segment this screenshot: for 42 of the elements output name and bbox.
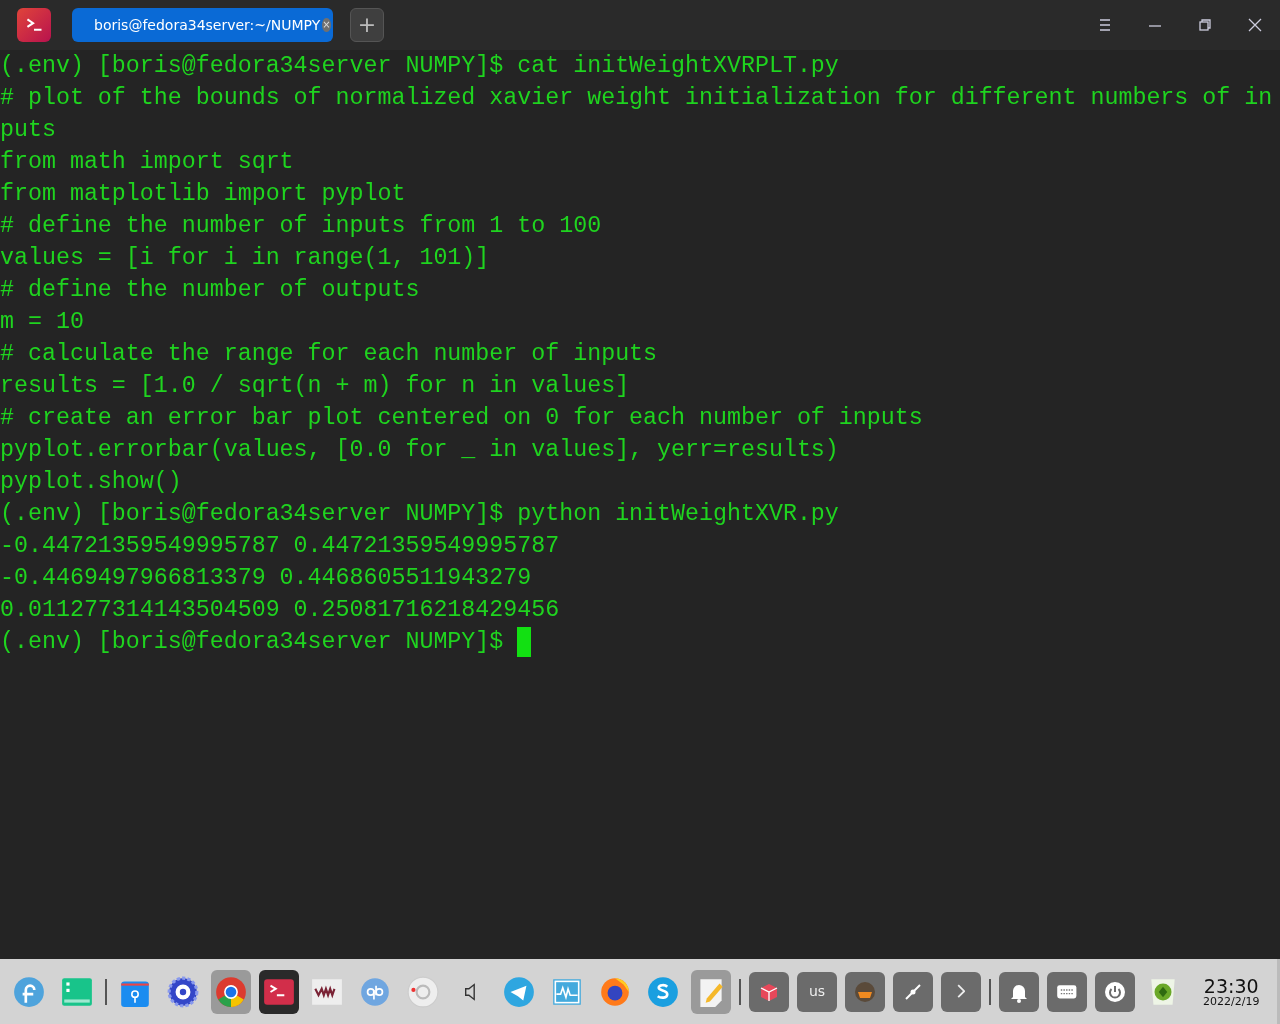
basket-button[interactable] — [845, 971, 885, 1012]
terminal-tab[interactable]: boris@fedora34server:~/NUMPY× — [72, 8, 333, 42]
terminal-line: from math import sqrt — [0, 148, 295, 177]
cube-button[interactable] — [749, 971, 789, 1012]
keyboard-button[interactable] — [1047, 971, 1087, 1012]
terminal-line: puts — [0, 116, 57, 145]
fedora-logo-icon[interactable] — [12, 974, 46, 1009]
clock-date: 2022/2/19 — [1203, 995, 1260, 1008]
plug-button[interactable] — [893, 971, 933, 1012]
keyboard-icon — [1056, 983, 1078, 1000]
tab-label: boris@fedora34server:~/NUMPY — [94, 15, 321, 35]
terminal-line: # create an error bar plot centered on 0 for each number of inputs — [0, 404, 924, 433]
skype-logo-icon[interactable] — [646, 974, 680, 1009]
chevron-button[interactable] — [941, 971, 981, 1012]
terminal-line: from matplotlib import pyplot — [0, 180, 407, 209]
terminal-line: (.env) [boris@fedora34server NUMPY]$ cat initWeightXVRPLT.py — [0, 52, 840, 81]
terminal-line: # define the number of inputs from 1 to 100 — [0, 212, 603, 241]
terminal-line: # calculate the range for each number of inputs — [0, 340, 659, 369]
keyboard-layout-button[interactable]: us — [797, 971, 837, 1012]
taskbar-app-button[interactable] — [259, 969, 299, 1014]
gear-icon[interactable] — [166, 974, 200, 1009]
terminal-line: # plot of the bounds of normalized xavier weight initialization for different numbers of in — [0, 84, 1274, 113]
terminal-line: pyplot.errorbar(values, [0.0 for _ in values], yerr=results) — [0, 436, 840, 465]
terminal-line: results = [1.0 / sqrt(n + m) for n in values] — [0, 372, 631, 401]
terminal-line: m = 10 — [0, 308, 85, 337]
terminal-line: pyplot.show() — [0, 468, 183, 497]
terminal-icon — [17, 8, 51, 42]
new-tab-button[interactable]: + — [350, 8, 384, 42]
chevron-icon — [956, 984, 966, 999]
terminal-line: # define the number of outputs — [0, 276, 421, 305]
notification-bell-button[interactable] — [999, 971, 1039, 1012]
terminal-line: (.env) [boris@fedora34server NUMPY]$ python initWeightXVR.py — [0, 500, 840, 529]
paper-plane-icon[interactable] — [502, 974, 536, 1009]
power-button[interactable] — [1095, 971, 1135, 1012]
chrome-logo-icon — [214, 974, 248, 1009]
terminal-line: -0.4469497966813379 0.4468605511943279 — [0, 564, 533, 593]
terminal-line: 0.011277314143504509 0.25081716218429456 — [0, 596, 561, 625]
tab-close-button[interactable]: × — [322, 18, 331, 32]
terminal-line: -0.44721359549995787 0.44721359549995787 — [0, 532, 561, 561]
terminal-line: values = [i for i in range(1, 101)] — [0, 244, 491, 273]
terminal-line: (.env) [boris@fedora34server NUMPY]$ — [0, 628, 505, 657]
clock-time: 23:30 — [1203, 975, 1260, 996]
